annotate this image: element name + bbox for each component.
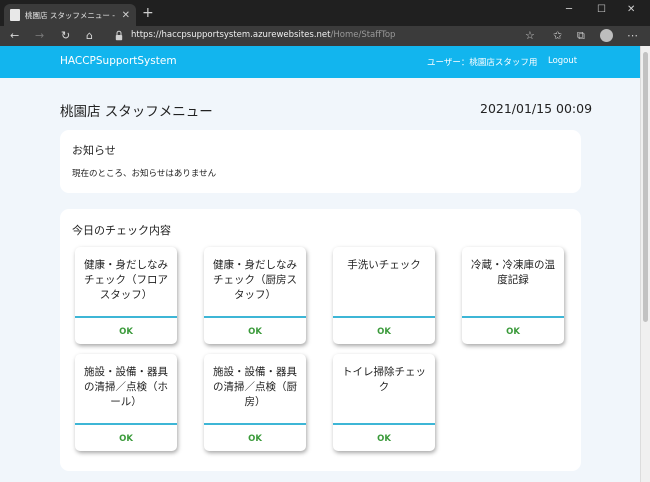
check-tile-label: 施設・設備・器具の清掃／点検（ホール） — [84, 366, 168, 408]
tile-divider — [204, 316, 306, 318]
check-status: OK — [248, 327, 262, 337]
back-arrow-icon[interactable]: ← — [10, 28, 19, 44]
logout-link[interactable]: Logout — [548, 56, 577, 66]
collections-icon[interactable]: ⧉ — [577, 28, 585, 44]
tile-divider — [204, 423, 306, 425]
checks-title: 今日のチェック内容 — [72, 224, 171, 237]
browser-navbar: ← → ↻ ⌂ https://haccpsupportsystem.azure… — [0, 26, 650, 46]
refresh-icon[interactable]: ↻ — [61, 28, 70, 44]
tab-title: 桃園店 スタッフメニュー - HACCPSu — [25, 10, 118, 20]
check-tile-label: 健康・身だしなみチェック（フロアスタッフ） — [84, 259, 168, 301]
tile-divider — [75, 423, 177, 425]
check-tile-handwashing[interactable]: 手洗いチェック OK — [333, 247, 435, 344]
favorites-icon[interactable]: ✩ — [553, 28, 562, 44]
check-tile-label: 手洗いチェック — [347, 259, 421, 271]
url-path: /Home/StaffTop — [330, 30, 396, 40]
tile-divider — [333, 423, 435, 425]
notice-title: お知らせ — [72, 144, 116, 157]
close-tab-icon[interactable]: ✕ — [122, 10, 130, 21]
check-status: OK — [377, 327, 391, 337]
check-tile-floor-staff-health[interactable]: 健康・身だしなみチェック（フロアスタッフ） OK — [75, 247, 177, 344]
minimize-icon[interactable]: ─ — [566, 4, 572, 15]
check-tile-label: トイレ掃除チェック — [342, 366, 426, 393]
notice-body: 現在のところ、お知らせはありません — [72, 169, 217, 179]
tile-divider — [75, 316, 177, 318]
home-icon[interactable]: ⌂ — [86, 28, 93, 44]
tile-divider — [462, 316, 564, 318]
tile-divider — [333, 316, 435, 318]
url-host: https://haccpsupportsystem.azurewebsites… — [131, 30, 331, 40]
browser-tab[interactable]: 桃園店 スタッフメニュー - HACCPSu ✕ — [4, 4, 136, 26]
checks-card: 今日のチェック内容 健康・身だしなみチェック（フロアスタッフ） OK 健康・身だ… — [60, 209, 581, 471]
check-tile-kitchen-cleaning[interactable]: 施設・設備・器具の清掃／点検（厨房） OK — [204, 354, 306, 451]
address-bar[interactable]: https://haccpsupportsystem.azurewebsites… — [131, 29, 395, 42]
check-status: OK — [377, 434, 391, 444]
scrollbar-thumb[interactable] — [643, 52, 648, 322]
check-tile-label: 冷蔵・冷凍庫の温度記録 — [471, 259, 555, 286]
brand-link[interactable]: HACCPSupportSystem — [60, 55, 177, 67]
user-label: ユーザー：桃園店スタッフ用 — [427, 58, 538, 68]
page-scrollbar[interactable] — [640, 46, 650, 482]
check-status: OK — [248, 434, 262, 444]
check-tile-label: 健康・身だしなみチェック（厨房スタッフ） — [213, 259, 297, 301]
window-close-icon[interactable]: ✕ — [627, 4, 635, 15]
page-title: 桃園店 スタッフメニュー — [60, 104, 213, 120]
profile-icon[interactable] — [600, 29, 613, 42]
current-datetime: 2021/01/15 00:09 — [480, 101, 593, 116]
maximize-icon[interactable]: ☐ — [597, 4, 606, 15]
star-icon[interactable]: ☆ — [525, 28, 535, 44]
check-tile-hall-cleaning[interactable]: 施設・設備・器具の清掃／点検（ホール） OK — [75, 354, 177, 451]
browser-tabstrip: 桃園店 スタッフメニュー - HACCPSu ✕ + ─ ☐ ✕ — [0, 0, 650, 26]
forward-arrow-icon[interactable]: → — [35, 28, 44, 44]
lock-icon — [115, 30, 123, 41]
page-viewport: HACCPSupportSystem ユーザー：桃園店スタッフ用 Logout … — [0, 46, 640, 482]
app-header: HACCPSupportSystem ユーザー：桃園店スタッフ用 Logout — [0, 46, 640, 78]
new-tab-icon[interactable]: + — [142, 5, 154, 21]
check-tile-toilet-cleaning[interactable]: トイレ掃除チェック OK — [333, 354, 435, 451]
check-tile-fridge-temperature[interactable]: 冷蔵・冷凍庫の温度記録 OK — [462, 247, 564, 344]
check-tile-kitchen-staff-health[interactable]: 健康・身だしなみチェック（厨房スタッフ） OK — [204, 247, 306, 344]
more-icon[interactable]: ⋯ — [627, 28, 638, 44]
check-status: OK — [119, 327, 133, 337]
check-status: OK — [506, 327, 520, 337]
notice-card: お知らせ 現在のところ、お知らせはありません — [60, 130, 581, 193]
page-icon — [10, 9, 20, 21]
check-tile-label: 施設・設備・器具の清掃／点検（厨房） — [213, 366, 297, 408]
check-status: OK — [119, 434, 133, 444]
